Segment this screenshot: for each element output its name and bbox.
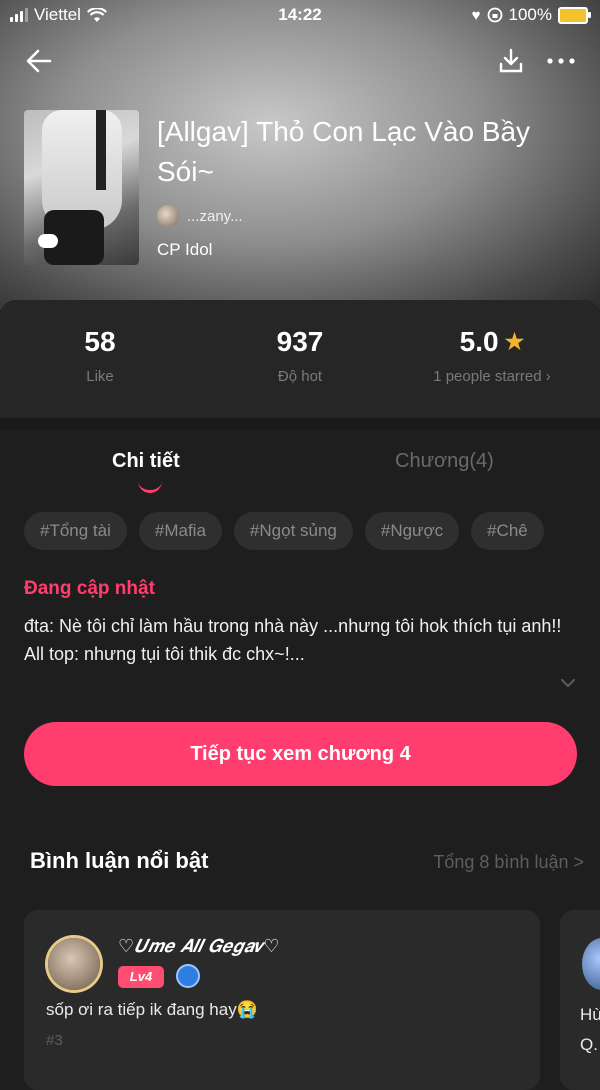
description-line: All top: nhưng tụi tôi thik đc chx~!... (24, 644, 305, 664)
book-description: đta: Nè tôi chỉ làm hầu trong nhà này ..… (24, 612, 564, 668)
battery-icon (558, 6, 591, 24)
hot-count: 937 (276, 326, 324, 357)
chevron-down-icon[interactable] (558, 676, 578, 690)
orientation-lock-icon (487, 7, 502, 23)
divider (0, 418, 600, 430)
stat-rating[interactable]: 5.0 ★ 1 people starred › (392, 326, 592, 385)
book-title: [Allgav] Thỏ Con Lạc Vào Bầy Sói~ (157, 116, 531, 187)
status-bar: Viettel 14:22 ♥ 100% (0, 0, 600, 30)
commenter-avatar[interactable] (48, 938, 100, 990)
description-line: đta: Nè tôi chỉ làm hầu trong nhà này ..… (24, 616, 562, 636)
comment-floor: #3 (46, 1032, 63, 1049)
level-badge: Lv4 (118, 966, 164, 988)
tag-chip[interactable]: #Mafia (138, 512, 222, 550)
tag-chip[interactable]: #Chê (471, 512, 544, 550)
rating-label: 1 people starred (433, 368, 542, 385)
diamond-badge-icon (176, 964, 200, 988)
stat-like: 58 Like (0, 326, 200, 385)
commenter-name[interactable]: ♡𝑼𝒎𝒆 𝑨𝒍𝒍 𝑮𝒆𝒈𝒂𝒗♡ (118, 936, 280, 957)
heart-icon: ♥ (471, 6, 481, 24)
author-avatar[interactable] (157, 205, 179, 227)
featured-comments-title: Bình luận nổi bật (30, 848, 209, 873)
tag-chip[interactable]: #Ngược (364, 512, 460, 550)
details-panel: 58 Like 937 Độ hot 5.0 ★ 1 people starred… (0, 300, 600, 1090)
author-name[interactable]: ...zany... (187, 208, 243, 225)
more-options-icon[interactable] (544, 46, 578, 76)
star-icon: ★ (504, 329, 525, 354)
book-cover-image (24, 110, 139, 265)
tab-active-indicator (138, 478, 162, 493)
continue-reading-button[interactable]: Tiếp tục xem chương 4 (24, 722, 577, 786)
comment-card[interactable]: Hù Q. (560, 910, 600, 1090)
back-arrow-icon[interactable] (22, 44, 56, 78)
download-icon[interactable] (496, 46, 526, 76)
comment-text: Hù Q. (580, 1005, 600, 1054)
comment-card[interactable]: ♡𝑼𝒎𝒆 𝑨𝒍𝒍 𝑮𝒆𝒈𝒂𝒗♡ Lv4 sốp ơi ra tiếp ik đa… (24, 910, 540, 1090)
tag-chip[interactable]: #Ngọt sủng (233, 512, 353, 550)
update-status: Đang cập nhật (24, 578, 155, 599)
tag-chip[interactable]: #Tổng tài (24, 512, 127, 550)
author-row[interactable]: ...zany... (157, 205, 243, 227)
status-right: ♥ 100% (471, 5, 591, 25)
chat-bubble-icon (38, 234, 58, 248)
all-comments-link[interactable]: Tổng 8 bình luận > (433, 852, 584, 873)
like-label: Like (86, 368, 114, 385)
tab-chapters[interactable]: Chương(4) (395, 450, 494, 473)
tab-detail[interactable]: Chi tiết (112, 450, 180, 473)
stat-hot: 937 Độ hot (200, 326, 400, 385)
hot-label: Độ hot (277, 368, 323, 385)
chevron-right-icon: › (545, 368, 551, 385)
rating-value: 5.0 (459, 326, 499, 357)
tag-list: #Tổng tài #Mafia #Ngọt sủng #Ngược #Chê (24, 512, 600, 552)
like-count: 58 (84, 326, 116, 357)
book-category: CP Idol (157, 240, 213, 259)
commenter-avatar[interactable] (582, 938, 600, 990)
stats-bar: 58 Like 937 Độ hot 5.0 ★ 1 people starred… (0, 300, 600, 418)
comment-text: sốp ơi ra tiếp ik đang hay😭 (46, 1000, 258, 1019)
battery-percent: 100% (508, 5, 552, 24)
